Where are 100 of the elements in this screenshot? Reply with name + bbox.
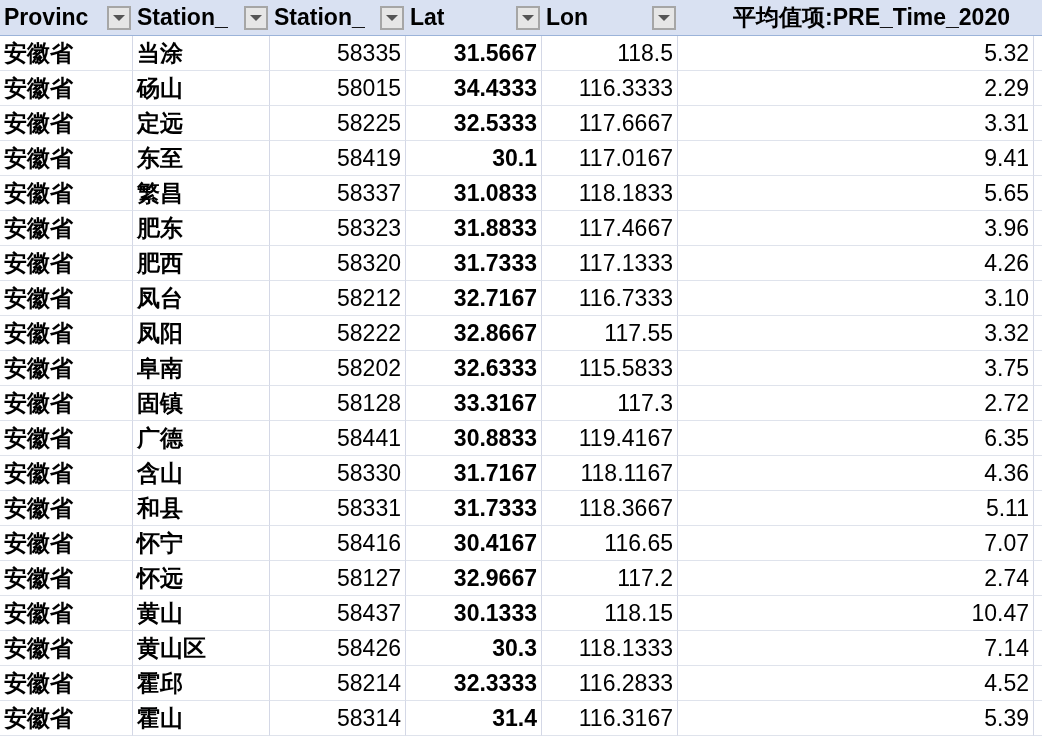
table-cell: 5.11 [678, 491, 1034, 526]
table-cell: 2.72 [678, 386, 1034, 421]
table-cell: 117.6667 [542, 106, 678, 141]
table-cell: 安徽省 [0, 631, 133, 666]
table-cell: 30.4167 [406, 526, 542, 561]
table-cell: 安徽省 [0, 526, 133, 561]
table-cell: 安徽省 [0, 246, 133, 281]
table-cell: 安徽省 [0, 36, 133, 71]
table-cell: 58214 [270, 666, 406, 701]
table-cell: 32.7167 [406, 281, 542, 316]
table-cell: 含山 [133, 456, 270, 491]
table-cell: 繁昌 [133, 176, 270, 211]
table-cell: 霍邱 [133, 666, 270, 701]
table-cell: 9.41 [678, 141, 1034, 176]
table-cell: 58222 [270, 316, 406, 351]
table-cell: 安徽省 [0, 456, 133, 491]
table-cell: 118.1833 [542, 176, 678, 211]
table-cell: 33.3167 [406, 386, 542, 421]
table-cell: 安徽省 [0, 491, 133, 526]
table-cell: 117.1333 [542, 246, 678, 281]
table-cell: 安徽省 [0, 421, 133, 456]
table-cell: 3.10 [678, 281, 1034, 316]
table-cell: 安徽省 [0, 386, 133, 421]
table-cell: 安徽省 [0, 701, 133, 736]
table-cell: 58320 [270, 246, 406, 281]
table-cell: 31.8833 [406, 211, 542, 246]
table-cell: 砀山 [133, 71, 270, 106]
table-cell: 安徽省 [0, 281, 133, 316]
table-cell: 118.1167 [542, 456, 678, 491]
table-cell: 和县 [133, 491, 270, 526]
table-cell: 安徽省 [0, 351, 133, 386]
table-cell: 7.07 [678, 526, 1034, 561]
table-cell: 6.35 [678, 421, 1034, 456]
table-cell: 3.96 [678, 211, 1034, 246]
filter-dropdown-button[interactable] [380, 5, 404, 30]
table-cell: 58212 [270, 281, 406, 316]
table-cell: 31.7167 [406, 456, 542, 491]
column-header: Lon [546, 3, 590, 33]
table-cell: 固镇 [133, 386, 270, 421]
table-cell: 31.7333 [406, 246, 542, 281]
table-cell: 58441 [270, 421, 406, 456]
filter-dropdown-button[interactable] [107, 5, 131, 30]
table-cell: 117.0167 [542, 141, 678, 176]
column-header: Provinc [4, 3, 90, 33]
table-cell: 安徽省 [0, 561, 133, 596]
table-cell: 肥西 [133, 246, 270, 281]
table-cell: 阜南 [133, 351, 270, 386]
table-cell: 5.65 [678, 176, 1034, 211]
table-cell: 霍山 [133, 701, 270, 736]
filter-dropdown-button[interactable] [652, 5, 676, 30]
table-cell: 怀宁 [133, 526, 270, 561]
table-cell: 30.8833 [406, 421, 542, 456]
column-header: 平均值项:PRE_Time_2020 [733, 3, 1010, 33]
table-cell: 30.3 [406, 631, 542, 666]
table-cell: 安徽省 [0, 666, 133, 701]
table-cell: 116.3167 [542, 701, 678, 736]
table-cell: 115.5833 [542, 351, 678, 386]
table-cell: 3.75 [678, 351, 1034, 386]
table-cell: 东至 [133, 141, 270, 176]
table-cell: 4.52 [678, 666, 1034, 701]
table-cell: 119.4167 [542, 421, 678, 456]
table-cell: 58015 [270, 71, 406, 106]
table-cell: 30.1 [406, 141, 542, 176]
table-cell: 3.31 [678, 106, 1034, 141]
table-cell: 117.3 [542, 386, 678, 421]
table-cell: 58426 [270, 631, 406, 666]
table-cell: 安徽省 [0, 596, 133, 631]
filter-dropdown-button[interactable] [516, 5, 540, 30]
table-cell: 118.5 [542, 36, 678, 71]
table-cell: 7.14 [678, 631, 1034, 666]
table-cell: 32.3333 [406, 666, 542, 701]
table-cell: 黄山区 [133, 631, 270, 666]
table-cell: 58314 [270, 701, 406, 736]
column-header: Lat [410, 3, 446, 33]
table-cell: 肥东 [133, 211, 270, 246]
table-cell: 117.55 [542, 316, 678, 351]
table-cell: 10.47 [678, 596, 1034, 631]
table-cell: 5.32 [678, 36, 1034, 71]
table-cell: 31.5667 [406, 36, 542, 71]
table-cell: 2.74 [678, 561, 1034, 596]
table-cell: 定远 [133, 106, 270, 141]
table-cell: 3.32 [678, 316, 1034, 351]
table-cell: 116.3333 [542, 71, 678, 106]
table-cell: 58323 [270, 211, 406, 246]
table-cell: 116.65 [542, 526, 678, 561]
table-cell: 4.26 [678, 246, 1034, 281]
table-cell: 118.1333 [542, 631, 678, 666]
table-cell: 广德 [133, 421, 270, 456]
table-cell: 安徽省 [0, 211, 133, 246]
table-cell: 58331 [270, 491, 406, 526]
table-cell: 58225 [270, 106, 406, 141]
filter-dropdown-button[interactable] [244, 5, 268, 30]
table-cell: 58128 [270, 386, 406, 421]
table-cell: 116.7333 [542, 281, 678, 316]
table-cell: 58127 [270, 561, 406, 596]
table-cell: 黄山 [133, 596, 270, 631]
table-cell: 58416 [270, 526, 406, 561]
table-cell: 安徽省 [0, 71, 133, 106]
column-header: Station_ [137, 3, 229, 33]
table-cell: 安徽省 [0, 316, 133, 351]
